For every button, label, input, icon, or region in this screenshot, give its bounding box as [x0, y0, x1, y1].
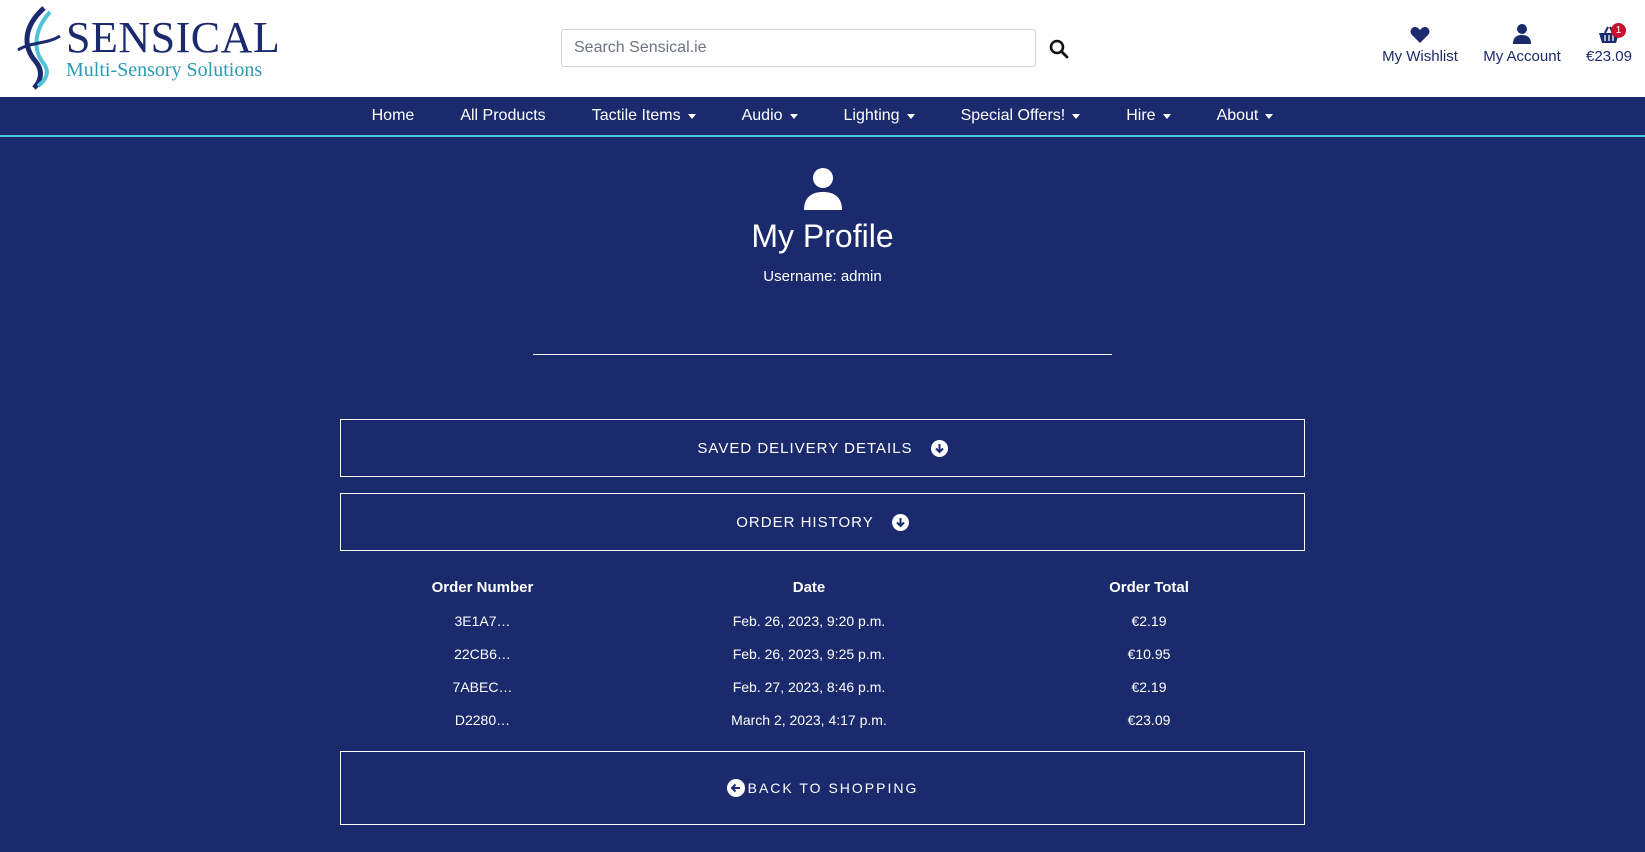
order-number-link[interactable]: 7ABEC…	[340, 679, 625, 695]
page-title: My Profile	[751, 218, 894, 254]
nav-item-lighting[interactable]: Lighting	[821, 107, 938, 125]
search-input[interactable]	[562, 30, 1035, 66]
table-row: D2280… March 2, 2023, 4:17 p.m. €23.09	[340, 703, 1305, 736]
order-date: March 2, 2023, 4:17 p.m.	[731, 711, 887, 728]
caret-down-icon	[1265, 113, 1274, 119]
logo-title: SENSICAL	[66, 13, 281, 62]
order-date: Feb. 26, 2023, 9:25 p.m.	[732, 645, 886, 662]
table-header-row: Order Number Date Order Total	[340, 571, 1305, 604]
order-total: €10.95	[1127, 645, 1171, 662]
divider	[533, 354, 1112, 355]
nav-item-tactile-items[interactable]: Tactile Items	[569, 107, 719, 125]
search-icon	[1049, 39, 1069, 59]
account-link[interactable]: My Account	[1481, 20, 1563, 65]
nav-item-home[interactable]: Home	[349, 107, 438, 125]
back-to-shopping-button[interactable]: BACK TO SHOPPING	[340, 751, 1305, 825]
order-number-link[interactable]: 3E1A7…	[340, 613, 625, 629]
arrow-circle-down-icon	[891, 513, 909, 531]
basket-total: €23.09	[1586, 48, 1632, 65]
back-to-shopping-label: BACK TO SHOPPING	[747, 780, 919, 796]
table-row: 22CB6… Feb. 26, 2023, 9:25 p.m. €10.95	[340, 637, 1305, 670]
arrow-circle-down-icon	[930, 439, 948, 457]
order-total: €2.19	[1131, 612, 1167, 629]
caret-down-icon	[687, 113, 696, 119]
caret-down-icon	[906, 113, 915, 119]
nav-label: Hire	[1126, 107, 1156, 124]
logo-subtitle: Multi-Sensory Solutions	[66, 59, 263, 81]
arrow-circle-left-icon	[726, 779, 745, 797]
column-header: Date	[792, 579, 826, 596]
main-navbar: Home All Products Tactile Items Audio Li…	[0, 97, 1645, 137]
nav-label: Special Offers!	[960, 107, 1066, 124]
username-text: Username: admin	[763, 268, 882, 285]
nav-label: Audio	[741, 107, 783, 124]
order-total: €2.19	[1131, 678, 1167, 695]
table-row: 7ABEC… Feb. 27, 2023, 8:46 p.m. €2.19	[340, 670, 1305, 703]
order-date: Feb. 27, 2023, 8:46 p.m.	[732, 678, 886, 695]
nav-item-all-products[interactable]: All Products	[437, 107, 568, 125]
search-box	[561, 29, 1036, 67]
heart-icon	[1410, 20, 1430, 44]
wishlist-link[interactable]: My Wishlist	[1380, 20, 1460, 65]
order-number-link[interactable]: 22CB6…	[340, 646, 625, 662]
caret-down-icon	[1072, 113, 1081, 119]
column-header: Order Number	[431, 579, 534, 596]
wishlist-label: My Wishlist	[1382, 48, 1458, 65]
user-profile-icon	[804, 168, 842, 210]
nav-label: Lighting	[843, 107, 900, 124]
user-icon	[1513, 20, 1531, 44]
basket-count-badge: 1	[1611, 23, 1626, 38]
account-label: My Account	[1483, 48, 1561, 65]
nav-item-hire[interactable]: Hire	[1103, 107, 1193, 125]
table-row: 3E1A7… Feb. 26, 2023, 9:20 p.m. €2.19	[340, 604, 1305, 637]
nav-label: All Products	[460, 107, 546, 124]
order-history-table: Order Number Date Order Total 3E1A7… Feb…	[340, 571, 1305, 736]
nav-item-audio[interactable]: Audio	[719, 107, 821, 125]
nav-item-about[interactable]: About	[1194, 107, 1297, 125]
nav-label: Home	[371, 107, 415, 124]
order-history-toggle[interactable]: ORDER HISTORY	[340, 493, 1305, 551]
site-header: SENSICAL Multi-Sensory Solutions My Wish…	[0, 0, 1645, 97]
logo-swirl-icon	[17, 6, 61, 90]
nav-label: Tactile Items	[591, 107, 681, 124]
column-header: Order Total	[1109, 579, 1189, 596]
search-button[interactable]	[1046, 36, 1072, 62]
panel-label: SAVED DELIVERY DETAILS	[697, 439, 913, 457]
order-total: €23.09	[1127, 711, 1171, 728]
caret-down-icon	[789, 113, 798, 119]
basket-link[interactable]: 1 €23.09	[1581, 20, 1637, 65]
order-date: Feb. 26, 2023, 9:20 p.m.	[732, 612, 886, 629]
panel-label: ORDER HISTORY	[736, 513, 874, 531]
saved-delivery-details-toggle[interactable]: SAVED DELIVERY DETAILS	[340, 419, 1305, 477]
caret-down-icon	[1162, 113, 1171, 119]
nav-item-special-offers[interactable]: Special Offers!	[938, 107, 1104, 125]
order-number-link[interactable]: D2280…	[340, 712, 625, 728]
nav-label: About	[1216, 107, 1259, 124]
site-logo[interactable]: SENSICAL Multi-Sensory Solutions	[14, 6, 280, 90]
